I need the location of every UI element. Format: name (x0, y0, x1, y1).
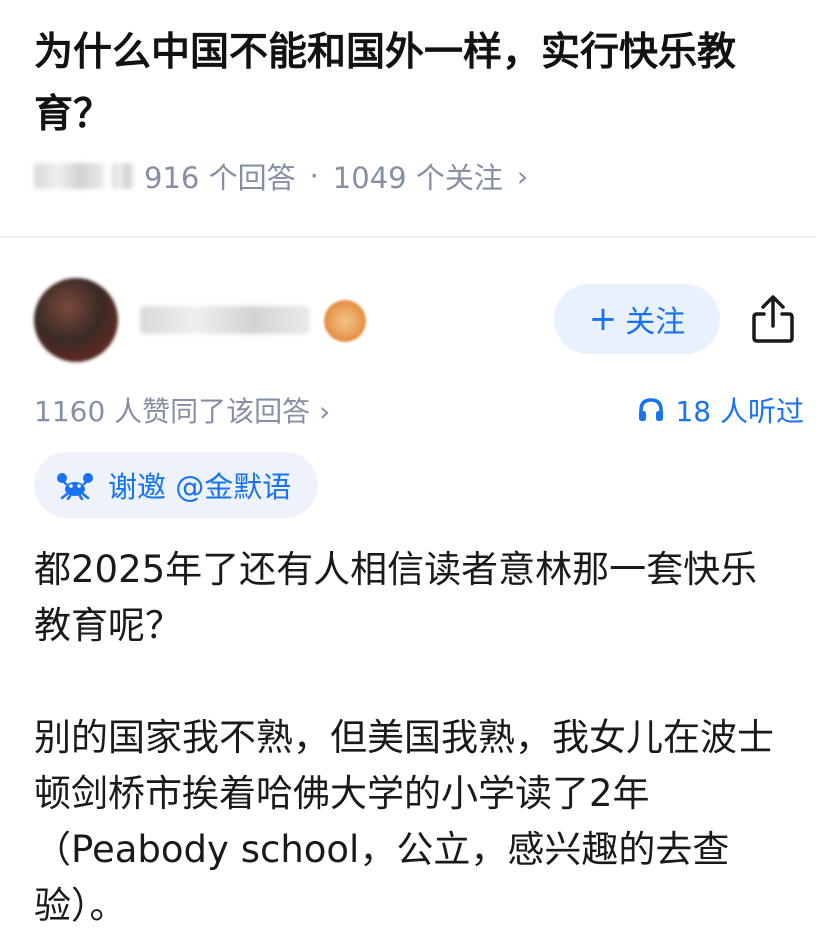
answer-body: 都2025年了还有人相信读者意林那一套快乐教育呢？ 别的国家我不熟，但美国我熟，… (34, 542, 794, 931)
share-icon[interactable] (750, 294, 796, 344)
author-name[interactable] (140, 306, 310, 334)
answers-count[interactable]: 916 个回答 (144, 155, 296, 197)
author-badge-icon (324, 300, 366, 342)
blurred-topic-2 (112, 163, 134, 189)
answer-paragraph-1: 都2025年了还有人相信读者意林那一套快乐教育呢？ (34, 548, 758, 647)
listen-count[interactable]: 18 人听过 (637, 390, 804, 430)
question-title: 为什么中国不能和国外一样，实行快乐教育？ (34, 30, 737, 137)
avatar[interactable] (34, 278, 118, 362)
vote-row: 1160 人赞同了该回答 › 18 人听过 (34, 386, 804, 430)
author-row: + 关注 (34, 276, 804, 366)
followers-count[interactable]: 1049 个关注 (333, 155, 503, 197)
invite-pill[interactable]: 谢邀 @金默语 (34, 452, 318, 518)
section-divider (0, 236, 816, 238)
chevron-right-icon[interactable]: › (517, 160, 528, 193)
listen-text: 18 人听过 (675, 395, 804, 428)
follow-button[interactable]: + 关注 (554, 284, 720, 354)
question-meta: 916 个回答 · 1049 个关注 › (34, 152, 528, 200)
blurred-topic (34, 163, 104, 189)
invite-text: 谢邀 @金默语 (108, 470, 292, 504)
answer-paragraph-2: 别的国家我不熟，但美国我熟，我女儿在波士顿剑桥市挨着哈佛大学的小学读了2年（Pe… (34, 716, 774, 927)
plus-icon: + (588, 299, 618, 339)
headphone-icon (639, 398, 664, 421)
vote-count[interactable]: 1160 人赞同了该回答 › (34, 390, 330, 430)
follow-label: 关注 (625, 305, 686, 340)
crab-icon (57, 473, 93, 500)
meta-separator: · (309, 159, 319, 193)
